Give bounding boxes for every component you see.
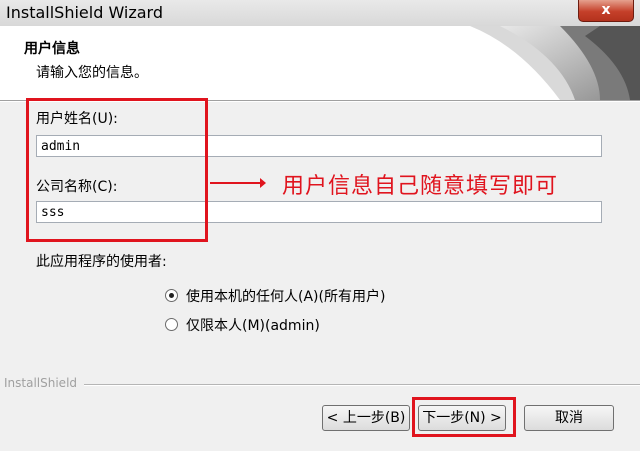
installshield-brand: InstallShield xyxy=(4,376,78,390)
installshield-wizard-window: InstallShield Wizard x 用户信息 请输入您的信息。 用户姓… xyxy=(0,0,640,451)
close-icon: x xyxy=(601,2,611,18)
wizard-header: 用户信息 请输入您的信息。 xyxy=(0,26,640,100)
close-button[interactable]: x xyxy=(578,0,634,22)
title-bar[interactable]: InstallShield Wizard x xyxy=(0,0,640,26)
back-button[interactable]: < 上一步(B) xyxy=(322,405,410,431)
next-button-highlight-box xyxy=(412,397,516,437)
cancel-button[interactable]: 取消 xyxy=(524,405,614,431)
annotation-arrow-icon xyxy=(210,178,266,188)
annotation-text: 用户信息自己随意填写即可 xyxy=(282,174,559,199)
radio-only-me-label[interactable]: 仅限本人(M)(admin) xyxy=(186,315,320,335)
radio-all-users-label[interactable]: 使用本机的任何人(A)(所有用户) xyxy=(186,286,385,306)
radio-all-users[interactable] xyxy=(165,289,178,302)
radio-only-me[interactable] xyxy=(165,318,178,331)
header-swoosh-icon xyxy=(470,26,640,100)
fields-highlight-box xyxy=(26,98,208,242)
users-label: 此应用程序的使用者: xyxy=(36,254,167,270)
window-title: InstallShield Wizard xyxy=(6,3,164,22)
footer-separator xyxy=(84,384,640,385)
